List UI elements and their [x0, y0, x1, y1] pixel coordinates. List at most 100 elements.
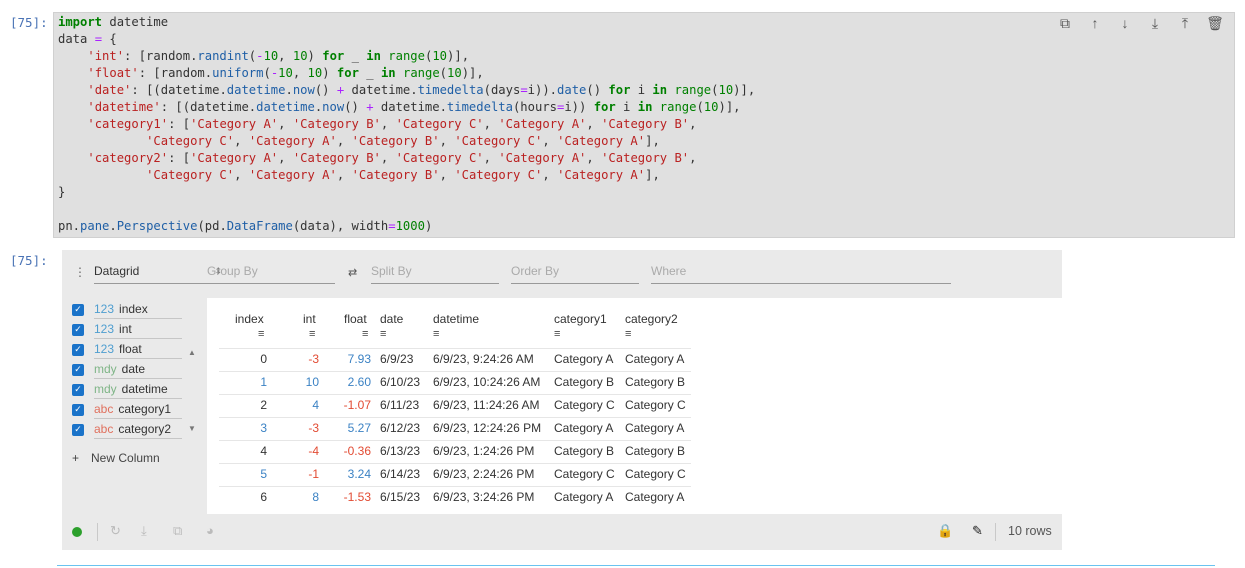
- column-menu-icon[interactable]: ≡: [380, 328, 386, 340]
- cell-category1[interactable]: Category B: [554, 371, 624, 394]
- cell-index[interactable]: 3: [219, 417, 267, 440]
- theme-icon[interactable]: ◕: [206, 523, 214, 538]
- column-menu-icon[interactable]: ≡: [258, 328, 264, 340]
- cell-datetime[interactable]: 6/9/23, 11:24:26 AM: [433, 394, 553, 417]
- column-header-date[interactable]: date: [380, 312, 403, 326]
- cell-index[interactable]: 6: [219, 486, 267, 509]
- cell-datetime[interactable]: 6/9/23, 9:24:26 AM: [433, 348, 553, 371]
- checkbox-checked-icon[interactable]: ✓: [72, 403, 84, 416]
- code-cell[interactable]: import datetime data = { 'int': [random.…: [53, 12, 1235, 238]
- column-header-category2[interactable]: category2: [625, 312, 678, 326]
- column-row-category2[interactable]: ✓ abc category2: [72, 420, 182, 439]
- column-row-category1[interactable]: ✓ abc category1: [72, 400, 182, 419]
- checkbox-checked-icon[interactable]: ✓: [72, 383, 84, 396]
- cell-float[interactable]: 3.24: [335, 463, 371, 486]
- cell-category1[interactable]: Category A: [554, 417, 624, 440]
- cell-category2[interactable]: Category A: [625, 417, 697, 440]
- datagrid[interactable]: index int float date datetime category1 …: [207, 298, 1062, 514]
- cell-datetime[interactable]: 6/9/23, 10:24:26 AM: [433, 371, 553, 394]
- cell-date[interactable]: 6/11/23: [380, 394, 430, 417]
- edit-icon[interactable]: ✎: [972, 523, 983, 539]
- code-editor[interactable]: import datetime data = { 'int': [random.…: [58, 14, 755, 235]
- move-down-icon[interactable]: ↓: [1116, 14, 1134, 32]
- swap-icon[interactable]: ⇄: [348, 266, 357, 279]
- cell-category2[interactable]: Category B: [625, 440, 697, 463]
- column-header-index[interactable]: index: [235, 312, 264, 326]
- cell-index[interactable]: 0: [219, 348, 267, 371]
- cell-category1[interactable]: Category C: [554, 394, 624, 417]
- cell-date[interactable]: 6/14/23: [380, 463, 430, 486]
- cell-index[interactable]: 2: [219, 394, 267, 417]
- column-menu-icon[interactable]: ≡: [554, 328, 560, 340]
- cell-int[interactable]: -1: [291, 463, 319, 486]
- cell-category1[interactable]: Category A: [554, 348, 624, 371]
- split-by-field[interactable]: Split By: [371, 264, 499, 284]
- column-header-float[interactable]: float: [344, 312, 367, 326]
- column-header-datetime[interactable]: datetime: [433, 312, 479, 326]
- cell-date[interactable]: 6/10/23: [380, 371, 430, 394]
- duplicate-icon[interactable]: ⧉: [1056, 14, 1074, 32]
- column-header-int[interactable]: int: [303, 312, 316, 326]
- cell-index[interactable]: 5: [219, 463, 267, 486]
- cell-index[interactable]: 1: [219, 371, 267, 394]
- column-menu-icon[interactable]: ≡: [625, 328, 631, 340]
- cell-int[interactable]: 4: [291, 394, 319, 417]
- cell-date[interactable]: 6/9/23: [380, 348, 430, 371]
- cell-date[interactable]: 6/15/23: [380, 486, 430, 509]
- scroll-up-icon[interactable]: ▲: [188, 348, 196, 357]
- cell-datetime[interactable]: 6/9/23, 2:24:26 PM: [433, 463, 553, 486]
- settings-menu-icon[interactable]: ⋮: [74, 265, 86, 279]
- export-icon[interactable]: ⤓: [141, 523, 147, 539]
- cell-float[interactable]: -1.07: [335, 394, 371, 417]
- where-field[interactable]: Where: [651, 264, 951, 284]
- delete-icon[interactable]: 🗑: [1206, 14, 1224, 32]
- cell-int[interactable]: -3: [291, 417, 319, 440]
- lock-icon[interactable]: 🔒: [937, 523, 953, 539]
- copy-icon[interactable]: ⧉: [173, 523, 182, 539]
- order-by-field[interactable]: Order By: [511, 264, 639, 284]
- new-column-button[interactable]: + New Column: [72, 451, 160, 465]
- cell-float[interactable]: -0.36: [335, 440, 371, 463]
- cell-category2[interactable]: Category B: [625, 371, 697, 394]
- column-menu-icon[interactable]: ≡: [309, 328, 315, 340]
- checkbox-checked-icon[interactable]: ✓: [72, 343, 84, 356]
- plugin-select[interactable]: Datagrid ⬍: [94, 264, 224, 284]
- cell-category2[interactable]: Category A: [625, 486, 697, 509]
- cell-datetime[interactable]: 6/9/23, 12:24:26 PM: [433, 417, 553, 440]
- cell-category1[interactable]: Category C: [554, 463, 624, 486]
- column-row-int[interactable]: ✓ 123 int: [72, 320, 182, 339]
- column-header-category1[interactable]: category1: [554, 312, 607, 326]
- column-row-index[interactable]: ✓ 123 index: [72, 300, 182, 319]
- insert-below-icon[interactable]: ⤓: [1146, 14, 1164, 32]
- checkbox-checked-icon[interactable]: ✓: [72, 323, 84, 336]
- column-row-float[interactable]: ✓ 123 float: [72, 340, 182, 359]
- cell-datetime[interactable]: 6/9/23, 1:24:26 PM: [433, 440, 553, 463]
- cell-float[interactable]: -1.53: [335, 486, 371, 509]
- checkbox-checked-icon[interactable]: ✓: [72, 363, 84, 376]
- checkbox-checked-icon[interactable]: ✓: [72, 303, 84, 316]
- scroll-down-icon[interactable]: ▼: [188, 424, 196, 433]
- insert-above-icon[interactable]: ⤒: [1176, 14, 1194, 32]
- cell-float[interactable]: 5.27: [335, 417, 371, 440]
- cell-category1[interactable]: Category A: [554, 486, 624, 509]
- cell-category2[interactable]: Category C: [625, 463, 697, 486]
- move-up-icon[interactable]: ↑: [1086, 14, 1104, 32]
- cell-int[interactable]: -3: [291, 348, 319, 371]
- cell-category2[interactable]: Category A: [625, 348, 697, 371]
- cell-date[interactable]: 6/12/23: [380, 417, 430, 440]
- group-by-field[interactable]: Group By: [207, 264, 335, 284]
- cell-float[interactable]: 7.93: [335, 348, 371, 371]
- column-row-datetime[interactable]: ✓ mdy datetime: [72, 380, 182, 399]
- cell-category2[interactable]: Category C: [625, 394, 697, 417]
- cell-date[interactable]: 6/13/23: [380, 440, 430, 463]
- cell-index[interactable]: 4: [219, 440, 267, 463]
- cell-float[interactable]: 2.60: [335, 371, 371, 394]
- cell-int[interactable]: 10: [291, 371, 319, 394]
- checkbox-checked-icon[interactable]: ✓: [72, 423, 84, 436]
- reset-icon[interactable]: ↻: [110, 523, 121, 539]
- column-menu-icon[interactable]: ≡: [362, 328, 368, 340]
- column-menu-icon[interactable]: ≡: [433, 328, 439, 340]
- cell-int[interactable]: -4: [291, 440, 319, 463]
- cell-category1[interactable]: Category B: [554, 440, 624, 463]
- cell-int[interactable]: 8: [291, 486, 319, 509]
